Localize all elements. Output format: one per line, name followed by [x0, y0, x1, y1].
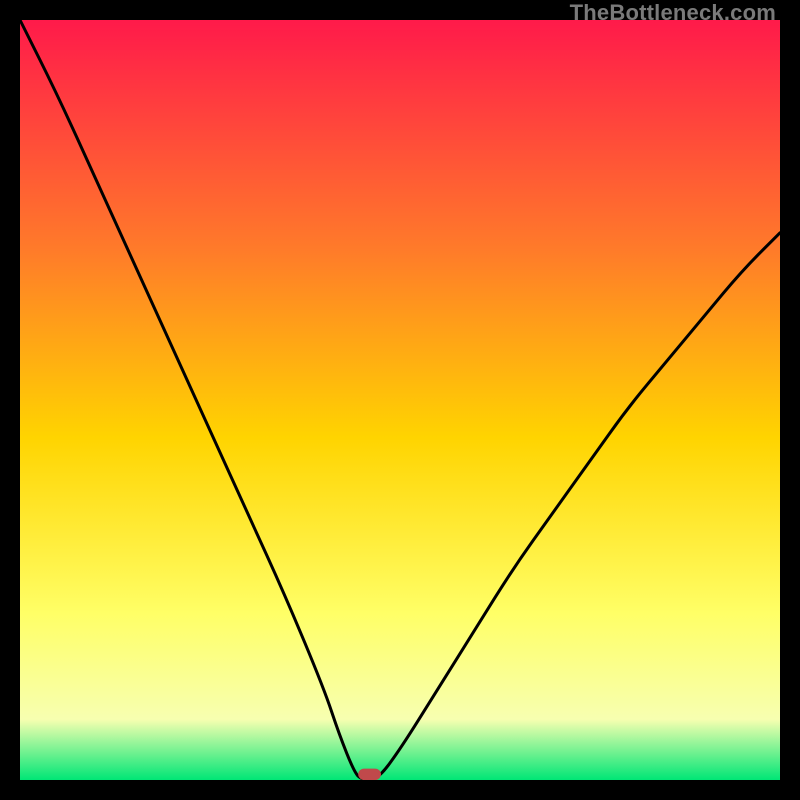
- chart-frame: TheBottleneck.com: [0, 0, 800, 800]
- watermark-text: TheBottleneck.com: [570, 0, 776, 26]
- minimum-marker: [358, 769, 381, 780]
- bottleneck-chart: [20, 20, 780, 780]
- gradient-background: [20, 20, 780, 780]
